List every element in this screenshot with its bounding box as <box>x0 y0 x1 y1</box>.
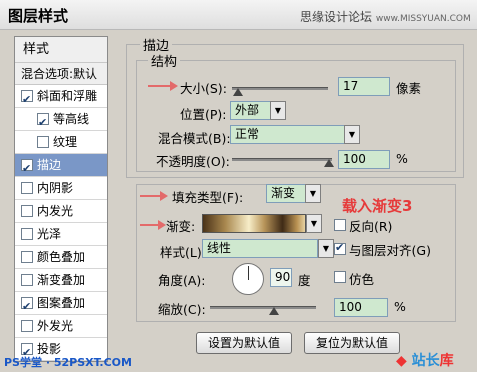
style-item[interactable]: 内发光 <box>15 200 107 223</box>
size-label: 大小(S): <box>180 81 227 96</box>
corner-watermark: PS学堂 · 52PSXT.COM <box>4 356 132 369</box>
position-select[interactable]: 外部 <box>230 101 272 120</box>
position-dropdown-icon[interactable]: ▼ <box>270 101 286 120</box>
angle-unit: 度 <box>298 273 311 288</box>
size-unit: 像素 <box>396 81 422 96</box>
scale-slider[interactable] <box>210 306 316 309</box>
layer-style-dialog: 图层样式 思缘设计论坛 www.MISSYUAN.COM 样式 混合选项:默认 … <box>0 0 477 372</box>
style-item-label: 描边 <box>37 158 62 172</box>
style-item-label: 斜面和浮雕 <box>37 89 98 103</box>
align-with-layer-checkbox[interactable] <box>334 241 346 255</box>
opacity-input[interactable]: 100 <box>338 150 390 169</box>
style-item-label: 内阴影 <box>37 181 74 195</box>
style-item[interactable]: 斜面和浮雕 <box>15 85 107 111</box>
styles-list: 样式 混合选项:默认 斜面和浮雕等高线纹理描边内阴影内发光光泽颜色叠加渐变叠加图… <box>14 36 108 364</box>
logo-text: 站长 <box>411 353 440 369</box>
gradient-label: 渐变: <box>166 219 196 234</box>
scale-input[interactable]: 100 <box>334 298 388 317</box>
blend-mode-dropdown-icon[interactable]: ▼ <box>344 125 360 144</box>
opacity-slider-thumb[interactable] <box>324 159 334 167</box>
title-bar: 图层样式 思缘设计论坛 www.MISSYUAN.COM <box>0 0 477 30</box>
style-label: 样式(L): <box>160 245 206 260</box>
style-item-label: 渐变叠加 <box>37 273 86 287</box>
style-item-label: 图案叠加 <box>37 296 86 310</box>
reverse-checkbox[interactable] <box>334 219 346 231</box>
style-item-checkbox[interactable] <box>21 228 33 240</box>
style-item-checkbox[interactable] <box>37 111 49 134</box>
align-with-layer-label: 与图层对齐(G) <box>349 243 431 258</box>
styles-header[interactable]: 样式 <box>15 37 107 63</box>
style-item-checkbox[interactable] <box>21 88 33 111</box>
reset-default-button[interactable]: 复位为默认值 <box>304 332 400 354</box>
size-slider-thumb[interactable] <box>233 88 243 96</box>
style-item-label: 颜色叠加 <box>37 250 86 264</box>
style-item-checkbox[interactable] <box>21 251 33 263</box>
style-item[interactable]: 渐变叠加 <box>15 269 107 292</box>
angle-dial[interactable] <box>232 263 264 295</box>
scale-label: 缩放(C): <box>158 302 206 317</box>
scale-slider-thumb[interactable] <box>269 307 279 315</box>
style-item-checkbox[interactable] <box>21 182 33 194</box>
style-item-label: 等高线 <box>53 112 90 126</box>
style-item-label: 光泽 <box>37 227 62 241</box>
angle-input[interactable]: 90 <box>270 268 292 287</box>
angle-label: 角度(A): <box>158 273 206 288</box>
logo-accent: 库 <box>439 353 454 369</box>
style-item[interactable]: 图案叠加 <box>15 292 107 318</box>
fill-type-label: 填充类型(F): <box>170 187 246 206</box>
opacity-unit: % <box>396 151 408 166</box>
load-gradient-annotation: 载入渐变3 <box>342 197 413 215</box>
gradient-dropdown-icon[interactable]: ▼ <box>306 214 322 233</box>
site-logo: ◆ 站长库 <box>396 350 454 370</box>
annotation-arrow-gradient <box>140 220 166 230</box>
style-item-label: 纹理 <box>53 135 78 149</box>
style-item-label: 内发光 <box>37 204 74 218</box>
style-item-checkbox[interactable] <box>21 157 33 180</box>
style-item[interactable]: 描边 <box>15 154 107 180</box>
logo-icon: ◆ <box>396 353 407 369</box>
opacity-label: 不透明度(O): <box>156 154 230 169</box>
fill-type-dropdown-icon[interactable]: ▼ <box>305 184 321 203</box>
style-item[interactable]: 纹理 <box>15 131 107 154</box>
style-item-checkbox[interactable] <box>21 320 33 332</box>
style-item-label: 外发光 <box>37 319 74 333</box>
blend-options-item[interactable]: 混合选项:默认 <box>15 63 107 85</box>
watermark-text: 思缘设计论坛 <box>300 10 373 24</box>
fill-type-select[interactable]: 渐变 <box>266 184 306 203</box>
blend-mode-label: 混合模式(B): <box>158 131 231 146</box>
dialog-title: 图层样式 <box>8 7 69 25</box>
style-item-checkbox[interactable] <box>37 136 49 148</box>
style-select[interactable]: 线性 <box>202 239 318 258</box>
reverse-label: 反向(R) <box>349 219 393 234</box>
dither-label: 仿色 <box>349 272 375 287</box>
set-default-button[interactable]: 设置为默认值 <box>196 332 292 354</box>
style-item-checkbox[interactable] <box>21 205 33 217</box>
forum-watermark: 思缘设计论坛 www.MISSYUAN.COM <box>300 8 471 25</box>
style-item[interactable]: 颜色叠加 <box>15 246 107 269</box>
style-item[interactable]: 内阴影 <box>15 177 107 200</box>
annotation-arrow-fill <box>140 191 168 201</box>
style-dropdown-icon[interactable]: ▼ <box>318 239 334 258</box>
structure-legend: 结构 <box>148 51 181 70</box>
gradient-preview[interactable] <box>202 214 306 233</box>
style-item[interactable]: 等高线 <box>15 108 107 134</box>
style-item-checkbox[interactable] <box>21 295 33 318</box>
size-slider[interactable] <box>232 87 328 90</box>
opacity-slider[interactable] <box>232 158 332 161</box>
style-item[interactable]: 光泽 <box>15 223 107 246</box>
dither-checkbox[interactable] <box>334 271 346 283</box>
position-label: 位置(P): <box>180 107 227 122</box>
size-input[interactable]: 17 <box>338 77 390 96</box>
blend-mode-select[interactable]: 正常 <box>230 125 346 144</box>
scale-unit: % <box>394 299 406 314</box>
watermark-url: www.MISSYUAN.COM <box>375 14 471 24</box>
style-item[interactable]: 外发光 <box>15 315 107 338</box>
style-item-checkbox[interactable] <box>21 274 33 286</box>
annotation-arrow-size <box>148 81 178 91</box>
